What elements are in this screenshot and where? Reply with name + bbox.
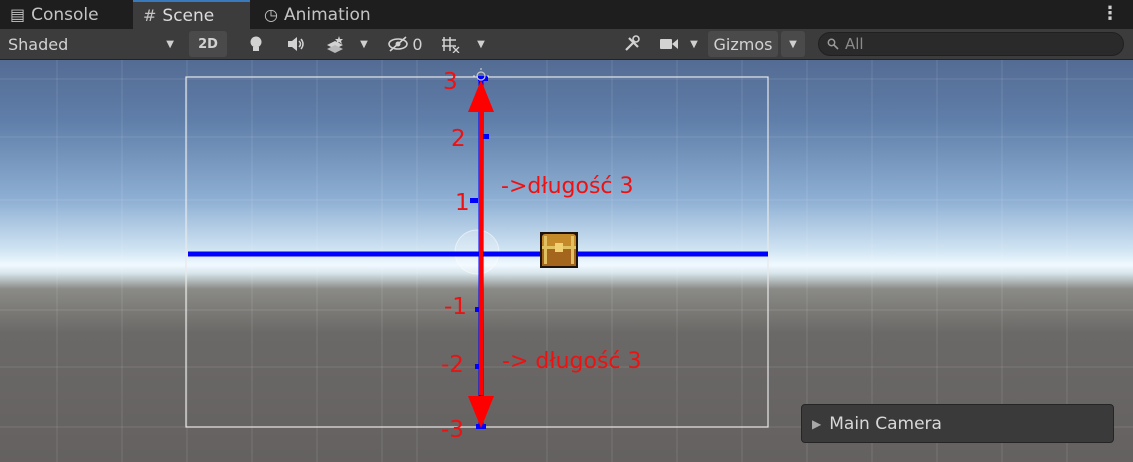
draw-mode-label: Shaded	[8, 34, 69, 54]
red-arrow-head-up	[468, 80, 494, 112]
chevron-down-icon: ▼	[690, 38, 698, 50]
draw-mode-dropdown[interactable]: Shaded ▼	[0, 31, 182, 57]
length-note-lower: -> długość 3	[502, 349, 642, 374]
chevron-down-icon: ▼	[166, 38, 174, 50]
lighting-toggle-button[interactable]	[240, 31, 272, 57]
chevron-down-icon: ▼	[789, 38, 797, 50]
tab-scene[interactable]: # Scene	[133, 0, 250, 29]
search-icon	[827, 38, 839, 50]
effects-dropdown[interactable]: ▼	[354, 31, 374, 57]
treasure-chest-sprite	[540, 232, 578, 268]
scene-search-input[interactable]: All	[818, 32, 1124, 56]
camera-preview-label: Main Camera	[829, 413, 942, 434]
tab-animation-label: Animation	[283, 4, 371, 25]
expand-triangle-icon[interactable]: ▶	[812, 417, 821, 431]
grid-icon: #	[143, 6, 157, 25]
speaker-icon	[288, 37, 304, 51]
y-label-minus-2: -2	[441, 352, 464, 378]
grid-dropdown[interactable]: ▼	[470, 31, 492, 57]
audio-toggle-button[interactable]	[280, 31, 312, 57]
hidden-objects-count: 0	[412, 34, 423, 54]
gizmos-dropdown[interactable]: ▼	[781, 31, 805, 57]
red-arrow-head-down	[468, 396, 494, 428]
gizmos-label: Gizmos	[713, 34, 773, 54]
camera-settings-button[interactable]	[654, 31, 684, 57]
y-label-2: 2	[451, 126, 466, 152]
effects-toggle-button[interactable]	[318, 31, 352, 57]
tools-icon	[625, 35, 640, 51]
tab-console[interactable]: ▤ Console	[0, 0, 133, 29]
tools-button[interactable]	[616, 31, 648, 57]
video-camera-icon	[660, 39, 678, 49]
grid-toggle-button[interactable]	[434, 31, 466, 57]
scene-visibility-toggle[interactable]: 0	[382, 31, 428, 57]
grid-snap-icon	[442, 37, 460, 53]
camera-preview-panel[interactable]: ▶ Main Camera	[801, 404, 1114, 443]
scene-canvas	[0, 60, 1133, 462]
tab-scene-label: Scene	[162, 5, 215, 26]
toggle-2d-button[interactable]: 2D	[189, 31, 227, 57]
eye-crossed-icon	[388, 36, 409, 52]
y-label-3: 3	[443, 69, 458, 95]
scene-toolbar: Shaded ▼ 2D ▼ 0 ▼ ▼ Gizmos ▼ All	[0, 29, 1133, 60]
clock-icon: ◷	[264, 5, 278, 24]
console-icon: ▤	[10, 5, 26, 24]
chevron-down-icon: ▼	[360, 38, 368, 50]
lightbulb-icon	[250, 36, 262, 51]
y-label-1: 1	[455, 190, 470, 216]
tab-animation[interactable]: ◷ Animation	[254, 0, 394, 29]
length-note-upper: ->długość 3	[501, 174, 634, 199]
gizmos-button[interactable]: Gizmos	[708, 31, 778, 57]
chevron-down-icon: ▼	[477, 38, 485, 50]
toggle-2d-label: 2D	[198, 36, 218, 52]
scene-viewport[interactable]: 3 2 1 -1 -2 -3 ->długość 3 -> długość 3	[0, 60, 1133, 462]
tab-console-label: Console	[31, 4, 99, 25]
search-placeholder: All	[845, 35, 864, 53]
camera-settings-dropdown[interactable]: ▼	[684, 31, 704, 57]
more-options-icon[interactable]: ⋮	[1101, 3, 1119, 24]
editor-tab-bar: ▤ Console # Scene ◷ Animation ⋮	[0, 0, 1133, 29]
y-label-minus-1: -1	[444, 294, 467, 320]
y-label-minus-3: -3	[441, 417, 464, 443]
layers-effects-icon	[327, 36, 343, 53]
